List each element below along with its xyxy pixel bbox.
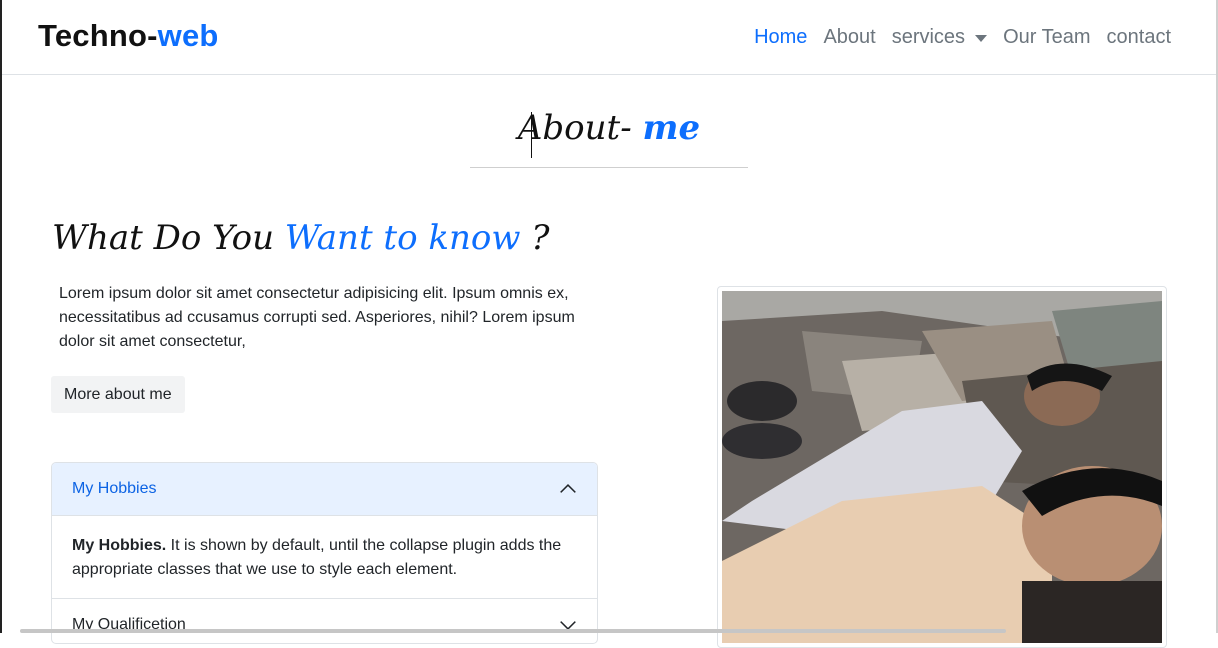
nav-link-label: contact — [1106, 26, 1171, 48]
nav-link-label: Our Team — [1003, 26, 1091, 48]
about-heading-main: About- — [517, 108, 643, 148]
about-heading-accent: me — [642, 108, 701, 148]
about-heading: About- me — [470, 108, 748, 148]
horizontal-scrollbar[interactable] — [20, 629, 1006, 633]
accordion: My Hobbies My Hobbies. It is shown by de… — [51, 462, 598, 644]
accordion-body-hobbies: My Hobbies. It is shown by default, unti… — [52, 516, 597, 598]
heading-underline — [470, 167, 748, 168]
nav-link-label: Home — [754, 26, 808, 48]
text-cursor — [531, 112, 532, 158]
brand-main: Techno- — [38, 18, 158, 53]
caret-down-icon — [975, 35, 988, 42]
nav-link-label: services — [891, 26, 966, 48]
chevron-up-icon — [560, 483, 576, 493]
profile-photo — [722, 291, 1162, 643]
section-title-suffix: ? — [520, 218, 550, 258]
brand-accent: web — [157, 18, 219, 53]
nav-links: Home About services Our Team contact — [754, 26, 1171, 49]
intro-paragraph: Lorem ipsum dolor sit amet consectetur a… — [59, 285, 575, 350]
brand-logo[interactable]: Techno-web — [38, 18, 219, 54]
window-left-edge — [0, 0, 2, 633]
section-title-accent: Want to know — [284, 218, 521, 258]
navbar: Techno-web Home About services Our Team … — [2, 0, 1216, 75]
nav-link-home[interactable]: Home — [754, 26, 807, 49]
nav-link-label: About — [823, 26, 876, 48]
section-title-main: What Do You — [52, 218, 285, 258]
photo-illustration — [722, 291, 1162, 643]
accordion-title: My Hobbies — [72, 480, 157, 497]
accordion-header-qualification[interactable]: My Qualificetion — [52, 598, 597, 643]
nav-link-about[interactable]: About — [823, 26, 875, 49]
section-title: What Do You Want to know ? — [52, 218, 550, 258]
more-about-me-button[interactable]: More about me — [51, 376, 185, 413]
nav-link-our-team[interactable]: Our Team — [1003, 26, 1090, 49]
nav-link-contact[interactable]: contact — [1107, 26, 1171, 49]
accordion-body-bold: My Hobbies. — [72, 537, 167, 554]
nav-dropdown-services[interactable]: services — [891, 26, 988, 49]
profile-photo-frame — [717, 286, 1167, 648]
accordion-header-hobbies[interactable]: My Hobbies — [52, 463, 597, 516]
